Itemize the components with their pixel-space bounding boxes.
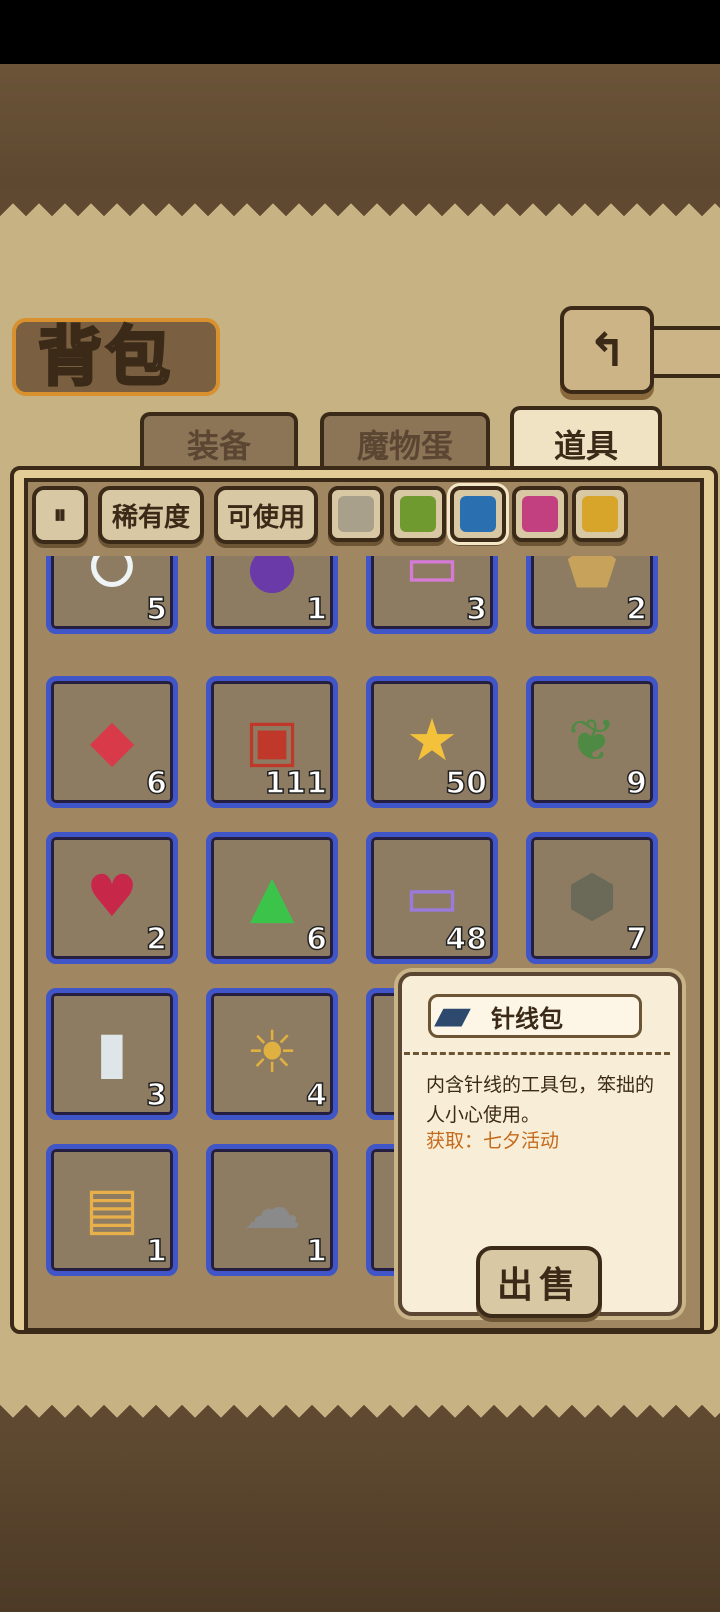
color-filter-swatch[interactable]: [328, 486, 384, 542]
tab-label: 魔物蛋: [356, 427, 453, 465]
swatch-color: [338, 496, 374, 532]
item-count: 1: [145, 1233, 167, 1270]
item-count: 9: [625, 765, 647, 802]
item-count: 6: [145, 765, 167, 802]
swatch-color: [460, 496, 496, 532]
rarity-filter-label: 稀有度: [111, 502, 190, 533]
color-filter-swatch[interactable]: [512, 486, 568, 542]
tab-equipment[interactable]: 装备: [140, 412, 298, 472]
item-slot-portrait-card[interactable]: ▤ 1: [46, 1144, 178, 1276]
zigzag-edge-top: [0, 190, 720, 216]
tooltip-divider: [404, 1052, 670, 1055]
item-count: 50: [445, 765, 488, 802]
item-count: 111: [264, 765, 328, 802]
item-count: 6: [305, 921, 327, 958]
status-bar: [0, 0, 720, 64]
item-slot-message-bottle[interactable]: ▮ 3: [46, 988, 178, 1120]
item-slot-green-gem[interactable]: ▲ 6: [206, 832, 338, 964]
map-background-bottom: [0, 1425, 720, 1612]
item-count: 1: [305, 591, 327, 628]
item-count: 3: [145, 1077, 167, 1114]
item-count: 5: [145, 591, 167, 628]
sell-button[interactable]: 出售: [476, 1246, 602, 1318]
item-count: 7: [625, 921, 647, 958]
page-title: 背包: [37, 320, 174, 397]
item-slot-purple-coin[interactable]: ● 1: [206, 556, 338, 634]
item-count: 3: [465, 591, 487, 628]
item-count: 1: [305, 1233, 327, 1270]
item-slot-treasure-chest[interactable]: ▣ 111: [206, 676, 338, 808]
item-count: 4: [305, 1077, 327, 1114]
back-button[interactable]: ↰: [560, 306, 654, 394]
item-slot-pearl-necklace[interactable]: ⭘ 5: [46, 556, 178, 634]
color-filter-swatch[interactable]: [447, 483, 509, 545]
item-count: 2: [145, 921, 167, 958]
item-slot-violet-ticket[interactable]: ▭ 48: [366, 832, 498, 964]
tab-label: 装备: [186, 427, 251, 465]
swatch-color: [522, 496, 558, 532]
color-filter-swatch[interactable]: [572, 486, 628, 542]
sewing-kit-icon: ▰: [434, 986, 471, 1042]
item-slot-gold-ore[interactable]: ⬟ 2: [526, 556, 658, 634]
item-count: 2: [625, 591, 647, 628]
item-count: 48: [445, 921, 488, 958]
item-slot-red-goblet[interactable]: ♥ 2: [46, 832, 178, 964]
rarity-filter-button[interactable]: 稀有度: [98, 486, 204, 544]
item-slot-sun-medal[interactable]: ☀ 4: [206, 988, 338, 1120]
back-arrow-icon: ↰: [587, 323, 627, 377]
view-toggle-button[interactable]: ⏸: [32, 486, 88, 544]
item-slot-herb-leaf[interactable]: ❦ 9: [526, 676, 658, 808]
item-slot-purple-ticket[interactable]: ▭ 3: [366, 556, 498, 634]
tab-label: 道具: [553, 427, 618, 465]
swatch-color: [582, 496, 618, 532]
item-slot-red-crystal[interactable]: ◆ 6: [46, 676, 178, 808]
color-filter-swatch[interactable]: [390, 486, 446, 542]
tooltip-description: 内含针线的工具包，笨拙的人小心使用。: [426, 1074, 655, 1126]
sell-button-label: 出售: [496, 1265, 581, 1306]
tab-monster-egg[interactable]: 魔物蛋: [320, 412, 490, 472]
usable-filter-button[interactable]: 可使用: [214, 486, 318, 544]
item-slot-grey-dust[interactable]: ☁ 1: [206, 1144, 338, 1276]
item-slot-star-ticket[interactable]: ★ 50: [366, 676, 498, 808]
tooltip-source: 获取：七夕活动: [426, 1130, 560, 1152]
map-background-top: [0, 64, 720, 199]
item-slot-stone-tablet[interactable]: ⬢ 7: [526, 832, 658, 964]
usable-filter-label: 可使用: [226, 502, 305, 533]
pause-bars-icon: ⏸: [53, 499, 67, 530]
swatch-color: [400, 496, 436, 532]
